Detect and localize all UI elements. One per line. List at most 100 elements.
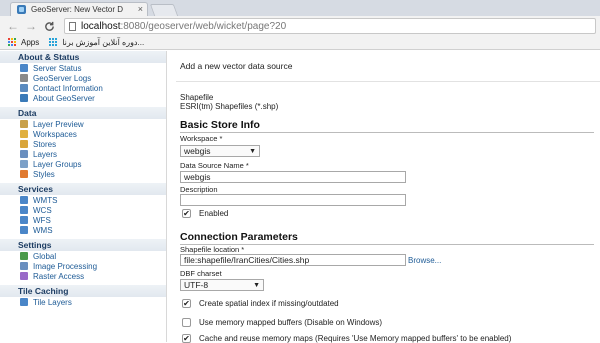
spatial-index-checkbox[interactable]: ✔ xyxy=(182,299,191,308)
sidebar-item-wfs[interactable]: WFS xyxy=(0,215,166,225)
address-bar[interactable]: localhost:8080/geoserver/web/wicket/page… xyxy=(64,18,596,34)
sidebar-item-label: WFS xyxy=(33,215,51,225)
apps-icon[interactable] xyxy=(8,38,17,47)
sidebar-item-contact-information[interactable]: Contact Information xyxy=(0,83,166,93)
dropdown-arrow-icon: ▼ xyxy=(253,282,260,289)
sidebar-section-settings: Settings xyxy=(0,239,166,251)
data-source-name-input[interactable]: webgis xyxy=(180,171,406,183)
sidebar-item-image-processing[interactable]: Image Processing xyxy=(0,261,166,271)
memory-mapped-label: Use memory mapped buffers (Disable on Wi… xyxy=(199,318,383,327)
reload-icon[interactable] xyxy=(42,19,56,33)
basic-store-info-heading: Basic Store Info xyxy=(180,119,260,131)
wfs-icon xyxy=(20,216,28,224)
sidebar-section-tile-caching: Tile Caching xyxy=(0,285,166,297)
layer-preview-icon xyxy=(20,120,28,128)
tab-title: GeoServer: New Vector D xyxy=(31,5,124,14)
wcs-icon xyxy=(20,206,28,214)
dbf-charset-label: DBF charset xyxy=(180,269,222,278)
new-tab-button[interactable] xyxy=(149,4,179,16)
back-icon[interactable]: ← xyxy=(6,19,20,33)
sidebar-item-workspaces[interactable]: Workspaces xyxy=(0,129,166,139)
browse-link[interactable]: Browse... xyxy=(408,256,441,265)
server-status-icon xyxy=(20,64,28,72)
sidebar-item-styles[interactable]: Styles xyxy=(0,169,166,179)
sidebar-item-about-geoserver[interactable]: About GeoServer xyxy=(0,93,166,103)
store-description: ESRI(tm) Shapefiles (*.shp) xyxy=(180,102,279,111)
dbf-charset-select[interactable]: UTF-8 ▼ xyxy=(180,279,264,291)
url-path: :8080/geoserver/web/wicket/page?20 xyxy=(120,20,287,32)
sidebar-item-wcs[interactable]: WCS xyxy=(0,205,166,215)
enabled-checkbox[interactable]: ✔ xyxy=(182,209,191,218)
divider xyxy=(176,81,600,82)
data-source-name-label: Data Source Name * xyxy=(180,161,249,170)
sidebar-item-label: Layers xyxy=(33,149,58,159)
sidebar-item-label: Tile Layers xyxy=(33,297,72,307)
raster-access-icon xyxy=(20,272,28,280)
sidebar-item-label: Workspaces xyxy=(33,129,77,139)
tab-close-icon[interactable]: × xyxy=(138,4,143,14)
sidebar-section-services: Services xyxy=(0,183,166,195)
sidebar-item-layer-preview[interactable]: Layer Preview xyxy=(0,119,166,129)
sidebar-item-label: GeoServer Logs xyxy=(33,73,92,83)
sidebar-item-wmts[interactable]: WMTS xyxy=(0,195,166,205)
apps-bookmark[interactable]: Apps xyxy=(21,38,39,47)
sidebar-item-label: Global xyxy=(33,251,57,261)
sidebar-section-data: Data xyxy=(0,107,166,119)
tile-layers-icon xyxy=(20,298,28,306)
sidebar-item-label: Layer Preview xyxy=(33,119,84,129)
sidebar-item-stores[interactable]: Stores xyxy=(0,139,166,149)
dropdown-arrow-icon: ▼ xyxy=(249,148,256,155)
spatial-index-label: Create spatial index if missing/outdated xyxy=(199,299,339,308)
description-input[interactable] xyxy=(180,194,406,206)
persian-course-bookmark[interactable]: دوره آنلاین آموزش برنا... xyxy=(62,38,144,47)
sidebar-item-label: WMTS xyxy=(33,195,58,205)
spatial-index-row: ✔ Create spatial index if missing/outdat… xyxy=(182,299,339,308)
store-type: Shapefile xyxy=(180,93,214,102)
image-processing-icon xyxy=(20,262,28,270)
sidebar-item-label: Image Processing xyxy=(33,261,98,271)
sidebar-item-tile-layers[interactable]: Tile Layers xyxy=(0,297,166,307)
sidebar-item-raster-access[interactable]: Raster Access xyxy=(0,271,166,281)
sidebar-group: Tile Layers xyxy=(0,297,166,307)
sidebar-item-label: WMS xyxy=(33,225,53,235)
about-icon xyxy=(20,94,28,102)
main-content: Add a new vector data source Shapefile E… xyxy=(168,51,600,343)
page-icon xyxy=(69,21,76,31)
page-description: Add a new vector data source xyxy=(180,61,293,71)
sidebar-item-label: Contact Information xyxy=(33,83,103,93)
sidebar-group: Global Image Processing Raster Access xyxy=(0,251,166,281)
sidebar-item-server-status[interactable]: Server Status xyxy=(0,63,166,73)
workspace-label: Workspace * xyxy=(180,134,223,143)
logs-icon xyxy=(20,74,28,82)
shapefile-location-input[interactable]: file:shapefile/IranCities/Cities.shp xyxy=(180,254,406,266)
layers-icon xyxy=(20,150,28,158)
sidebar-item-layer-groups[interactable]: Layer Groups xyxy=(0,159,166,169)
styles-icon xyxy=(20,170,28,178)
dbf-charset-value: UTF-8 xyxy=(184,280,209,290)
forward-icon[interactable]: → xyxy=(24,19,38,33)
wms-icon xyxy=(20,226,28,234)
browser-toolbar: ← → localhost:8080/geoserver/web/wicket/… xyxy=(0,16,600,36)
memory-mapped-checkbox[interactable] xyxy=(182,318,191,327)
workspace-value: webgis xyxy=(184,146,211,156)
workspace-select[interactable]: webgis ▼ xyxy=(180,145,260,157)
heading-rule xyxy=(180,132,594,133)
bookmark-favicon-icon xyxy=(49,38,58,47)
browser-tab[interactable]: GeoServer: New Vector D × xyxy=(10,2,148,16)
wmts-icon xyxy=(20,196,28,204)
sidebar-item-wms[interactable]: WMS xyxy=(0,225,166,235)
sidebar: About & Status Server Status GeoServer Log… xyxy=(0,51,167,342)
layer-groups-icon xyxy=(20,160,28,168)
sidebar-group: WMTS WCS WFS WMS xyxy=(0,195,166,235)
sidebar-item-label: Stores xyxy=(33,139,57,149)
browser-tab-strip: GeoServer: New Vector D × xyxy=(0,0,600,16)
sidebar-item-global[interactable]: Global xyxy=(0,251,166,261)
stores-icon xyxy=(20,140,28,148)
sidebar-item-layers[interactable]: Layers xyxy=(0,149,166,159)
sidebar-item-label: Raster Access xyxy=(33,271,85,281)
sidebar-item-geoserver-logs[interactable]: GeoServer Logs xyxy=(0,73,166,83)
sidebar-section-about-status: About & Status xyxy=(0,51,166,63)
url-host: localhost xyxy=(81,20,121,32)
memory-mapped-row: Use memory mapped buffers (Disable on Wi… xyxy=(182,318,382,327)
bookmarks-bar: Apps دوره آنلاین آموزش برنا... xyxy=(0,36,600,50)
